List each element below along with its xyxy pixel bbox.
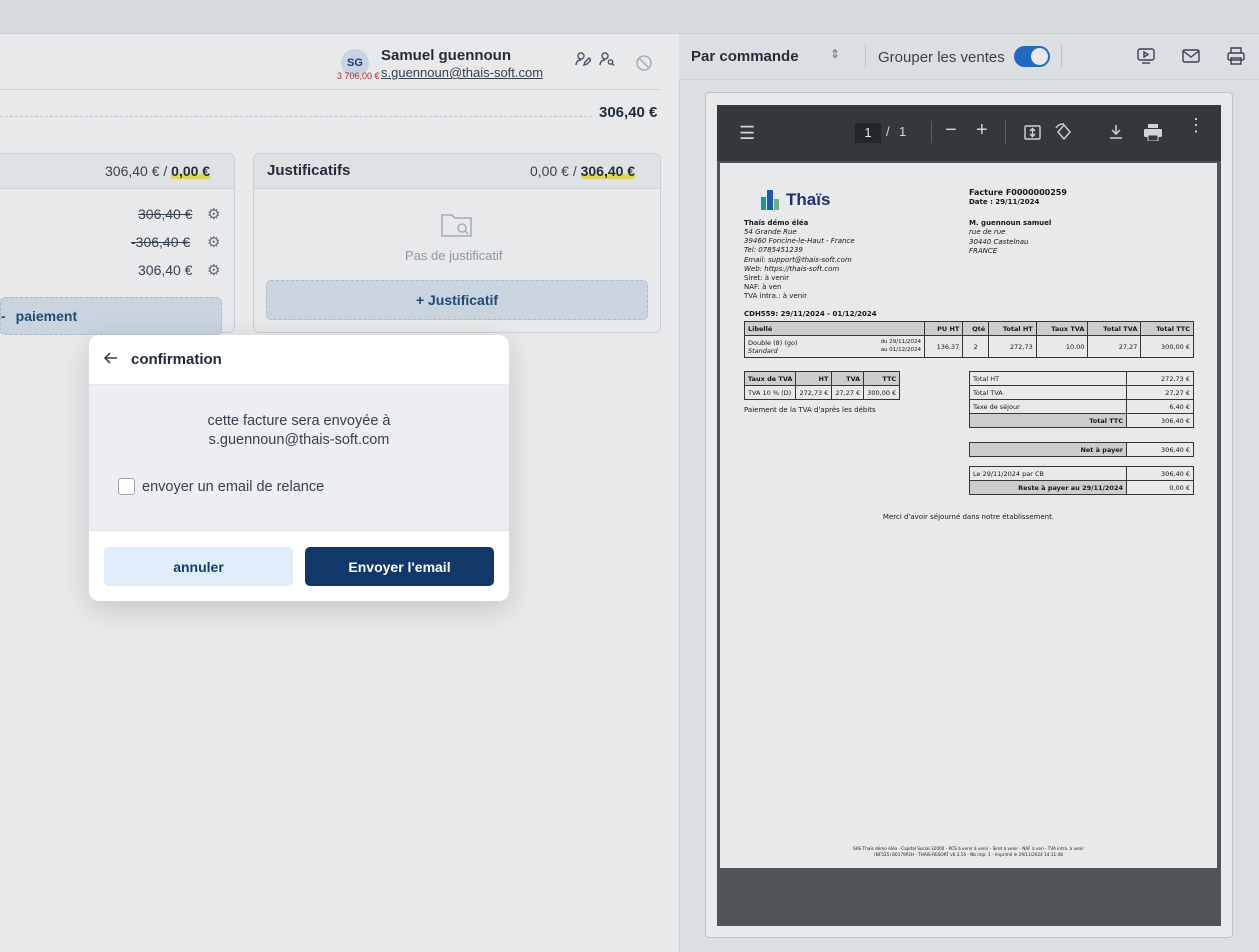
dialog-message-line1: cette facture sera envoyée à — [207, 413, 391, 429]
dialog-message-email: s.guennoun@thais-soft.com — [208, 432, 390, 448]
reminder-checkbox-label[interactable]: envoyer un email de relance — [142, 479, 324, 495]
confirmation-dialog: confirmation cette facture sera envoyée … — [89, 335, 509, 601]
reminder-checkbox[interactable] — [118, 478, 135, 495]
dialog-body: cette facture sera envoyée à s.guennoun@… — [89, 385, 509, 531]
back-arrow-icon[interactable] — [103, 350, 119, 371]
send-email-button[interactable]: Envoyer l'email — [305, 547, 494, 586]
dialog-header: confirmation — [89, 335, 509, 385]
cancel-button[interactable]: annuler — [104, 547, 293, 586]
dialog-title: confirmation — [131, 351, 222, 368]
